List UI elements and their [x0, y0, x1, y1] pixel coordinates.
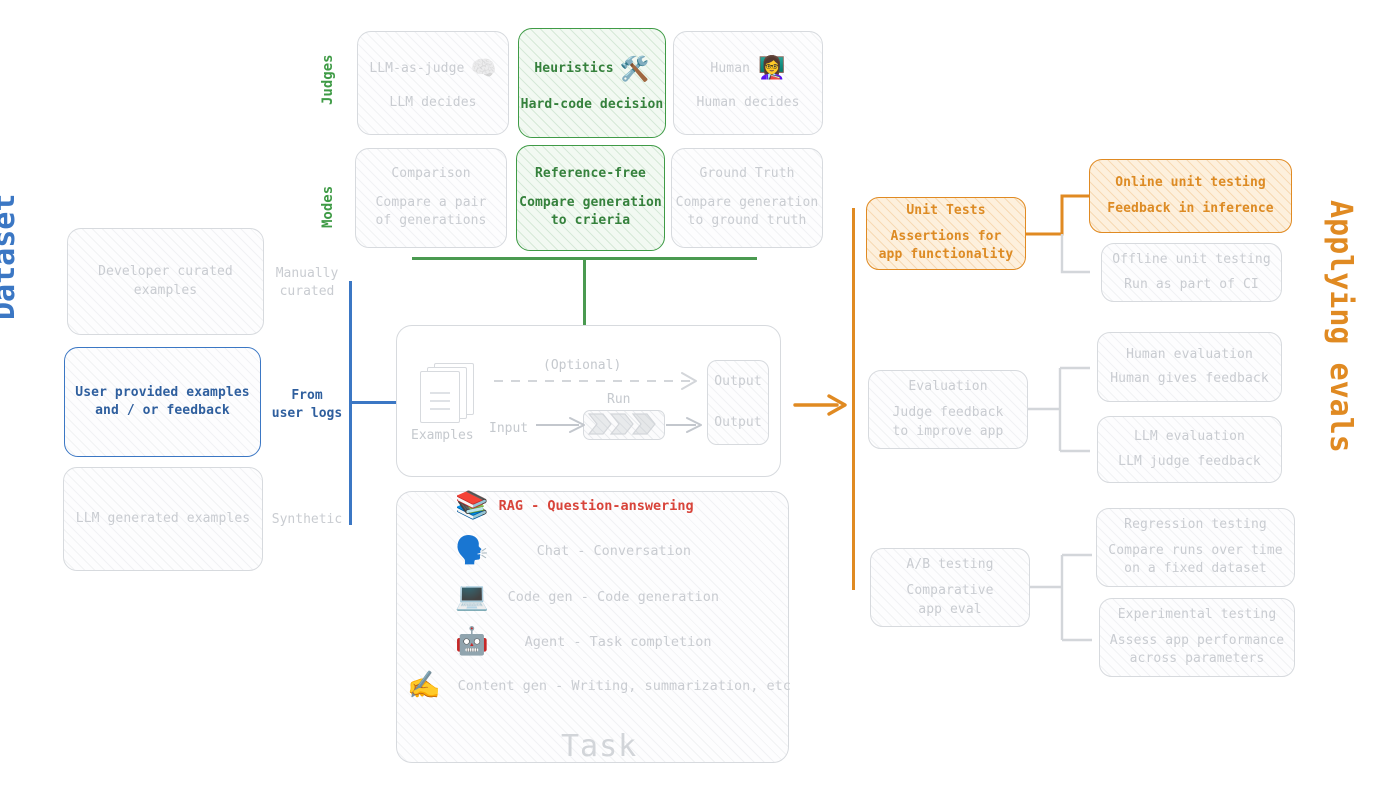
dataset-card-developer-curated[interactable]: Developer curated examples [67, 228, 264, 335]
laptop-icon: 💻 [455, 581, 489, 612]
evals-card-experimental-testing[interactable]: Experimental testing Assess app performa… [1099, 598, 1295, 677]
judge-card-llm-as-judge-title: LLM-as-judge [369, 60, 465, 76]
task-row-chat-label: Chat - Conversation [536, 542, 692, 559]
task-row-contentgen[interactable]: ✍️ Content gen - Writing, summarization,… [407, 672, 791, 699]
brain-icon: 🧠 [470, 55, 497, 80]
evals-card-online-unit-testing[interactable]: Online unit testing Feedback in inferenc… [1089, 159, 1292, 233]
evals-card-regression-testing-sub: Compare runs over time on a fixed datase… [1108, 542, 1283, 577]
mode-card-reference-free-sub: Compare generation to crieria [519, 194, 662, 229]
evals-card-unit-tests[interactable]: Unit Tests Assertions for app functional… [866, 197, 1026, 270]
evals-card-online-unit-testing-sub: Feedback in inference [1107, 201, 1274, 216]
hammer-and-wrench-icon: 🛠️ [619, 54, 650, 83]
judge-card-llm-as-judge-sub: LLM decides [389, 94, 477, 110]
evals-card-llm-evaluation-sub: LLM judge feedback [1118, 453, 1261, 469]
pipeline-to-evals-arrow [793, 394, 847, 416]
diagram-canvas: Dataset Developer curated examples Manua… [0, 0, 1377, 806]
output-bottom-label: Output [714, 415, 762, 431]
evals-card-experimental-testing-sub: Assess app performance across parameters [1109, 632, 1285, 667]
evals-card-llm-evaluation-title: LLM evaluation [1134, 429, 1245, 445]
dataset-section-title: Dataset [0, 193, 22, 320]
mode-card-ground-truth-title: Ground Truth [699, 166, 795, 182]
mode-card-comparison[interactable]: Comparison Compare a pair of generations [355, 148, 507, 248]
evals-card-regression-testing-title: Regression testing [1124, 517, 1267, 533]
evals-card-regression-testing[interactable]: Regression testing Compare runs over tim… [1096, 508, 1295, 587]
evals-card-ab-testing-title: A/B testing [906, 556, 994, 572]
evaluator-bus-vertical [583, 257, 586, 325]
evals-card-ab-testing-sub: Comparative app eval [906, 583, 994, 617]
evals-card-evaluation-sub: Judge feedback to improve app [892, 405, 1004, 439]
applying-evals-section-title: Applying evals [1323, 200, 1358, 453]
task-row-codegen-label: Code gen - Code generation [507, 588, 719, 605]
judge-card-heuristics-title: Heuristics [534, 60, 614, 76]
mode-card-reference-free-title: Reference-free [535, 166, 646, 182]
evals-card-online-unit-testing-title: Online unit testing [1115, 174, 1266, 190]
task-row-agent[interactable]: 🤖 Agent - Task completion [455, 628, 712, 655]
judge-card-heuristics-sub: Hard-code decision [520, 96, 664, 112]
mode-card-comparison-sub: Compare a pair of generations [375, 194, 487, 229]
evals-card-human-evaluation[interactable]: Human evaluation Human gives feedback [1097, 332, 1282, 402]
judge-card-llm-as-judge[interactable]: LLM-as-judge 🧠 LLM decides [357, 31, 509, 135]
dataset-card-user-provided[interactable]: User provided examples and / or feedback [64, 347, 261, 457]
task-row-rag[interactable]: 📚 RAG - Question-answering [455, 492, 694, 519]
teacher-icon: 👩‍🏫 [758, 56, 786, 82]
judge-card-heuristics[interactable]: Heuristics 🛠️ Hard-code decision [518, 28, 666, 138]
evals-card-evaluation[interactable]: Evaluation Judge feedback to improve app [868, 370, 1028, 449]
evals-card-evaluation-title: Evaluation [908, 378, 988, 394]
dataset-bus-branch [349, 401, 399, 404]
evals-card-offline-unit-testing-sub: Run as part of CI [1124, 276, 1259, 292]
task-row-codegen[interactable]: 💻 Code gen - Code generation [455, 583, 719, 610]
mode-card-ground-truth[interactable]: Ground Truth Compare generation to groun… [671, 148, 823, 248]
evals-card-ab-testing[interactable]: A/B testing Comparative app eval [870, 548, 1030, 627]
task-panel-heading: Task [561, 729, 638, 764]
judge-card-human-sub: Human decides [696, 95, 800, 111]
evals-card-human-evaluation-title: Human evaluation [1126, 346, 1253, 362]
pipeline-output-box: Output Output [707, 360, 769, 445]
task-row-contentgen-label: Content gen - Writing, summarization, et… [457, 677, 791, 694]
judge-card-human-title: Human [710, 60, 751, 76]
evals-card-offline-unit-testing-title: Offline unit testing [1112, 252, 1271, 268]
applying-evals-bus [852, 208, 855, 590]
task-row-rag-label: RAG - Question-answering [498, 497, 694, 514]
evals-card-human-evaluation-sub: Human gives feedback [1110, 371, 1269, 386]
speaking-head-icon: 🗣️ [455, 535, 489, 566]
robot-icon: 🤖 [455, 626, 489, 657]
evals-card-unit-tests-title: Unit Tests [906, 203, 986, 219]
evals-card-experimental-testing-title: Experimental testing [1117, 607, 1277, 623]
books-icon: 📚 [455, 490, 489, 521]
dataset-card-llm-generated[interactable]: LLM generated examples [63, 467, 263, 571]
mode-card-comparison-title: Comparison [391, 166, 471, 182]
mode-card-reference-free[interactable]: Reference-free Compare generation to cri… [516, 145, 665, 251]
judge-card-human[interactable]: Human 👩‍🏫 Human decides [673, 31, 823, 135]
modes-section-title: Modes [320, 185, 336, 228]
judges-section-title: Judges [320, 54, 336, 105]
dataset-card-user-provided-label: User provided examples and / or feedback [75, 384, 250, 418]
output-top-label: Output [714, 373, 762, 389]
evals-card-offline-unit-testing[interactable]: Offline unit testing Run as part of CI [1101, 243, 1282, 302]
evals-card-llm-evaluation[interactable]: LLM evaluation LLM judge feedback [1097, 416, 1282, 483]
writing-hand-icon: ✍️ [407, 670, 441, 701]
task-row-agent-label: Agent - Task completion [524, 633, 712, 650]
evals-card-unit-tests-sub: Assertions for app functionality [878, 228, 1014, 263]
dataset-card-llm-generated-label: LLM generated examples [75, 510, 251, 526]
mode-card-ground-truth-sub: Compare generation to ground truth [675, 194, 819, 229]
dataset-card-developer-curated-label: Developer curated examples [98, 264, 233, 298]
task-row-chat[interactable]: 🗣️ Chat - Conversation [455, 537, 691, 564]
